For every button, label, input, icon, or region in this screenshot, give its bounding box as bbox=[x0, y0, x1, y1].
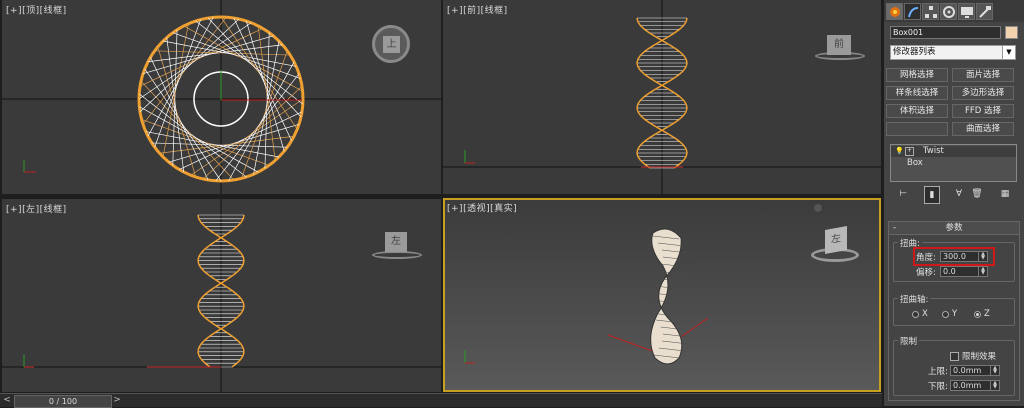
stack-toolbar: ⊢ ▮ ∀ 🗑 ▦ bbox=[890, 186, 1018, 204]
patch-select-button[interactable]: 面片选择 bbox=[952, 68, 1014, 82]
pin-stack-icon[interactable]: ⊢ bbox=[896, 186, 910, 202]
empty-button[interactable] bbox=[886, 122, 948, 136]
axis-x-radio[interactable] bbox=[912, 311, 919, 318]
create-icon bbox=[890, 7, 900, 17]
collapse-icon[interactable]: - bbox=[893, 222, 896, 234]
remove-modifier-icon[interactable]: 🗑 bbox=[970, 186, 984, 202]
mesh-select-button[interactable]: 网格选择 bbox=[886, 68, 948, 82]
lower-limit-value[interactable]: 0.0mm bbox=[953, 381, 981, 390]
spinner-arrows-icon[interactable]: ▲ ▼ bbox=[978, 267, 987, 276]
expand-icon[interactable]: + bbox=[905, 147, 914, 156]
display-icon bbox=[961, 7, 973, 18]
viewcube-face[interactable]: 左 bbox=[385, 232, 407, 252]
spinner-arrows-icon[interactable]: ▲ ▼ bbox=[990, 381, 999, 390]
upper-limit-value[interactable]: 0.0mm bbox=[953, 366, 981, 375]
lower-limit-label: 下限: bbox=[928, 382, 948, 392]
spline-select-button[interactable]: 样条线选择 bbox=[886, 86, 948, 100]
hierarchy-icon bbox=[925, 6, 937, 18]
tab-create[interactable] bbox=[886, 3, 903, 20]
timeline-next-button[interactable]: > bbox=[112, 395, 122, 406]
twist-axis-group-label: 扭曲轴: bbox=[898, 293, 931, 305]
utilities-icon bbox=[979, 6, 991, 18]
modify-icon bbox=[908, 7, 919, 18]
viewport-front[interactable]: [+][前][线框] 前 bbox=[443, 0, 881, 194]
limits-group: 限制 限制效果 上限: 0.0mm ▲ ▼ 下限: 0.0mm ▲ ▼ bbox=[893, 335, 1015, 396]
viewcube-face[interactable]: 左 bbox=[825, 226, 847, 254]
rollout-title: 参数 bbox=[945, 223, 963, 233]
command-panel-tabs bbox=[884, 0, 1024, 22]
viewport-perspective[interactable]: [+][透视][真实] 左 bbox=[443, 198, 881, 392]
upper-limit-spinner[interactable]: 0.0mm ▲ ▼ bbox=[950, 365, 1000, 376]
viewport-top[interactable]: [+][顶][线框] 上 bbox=[2, 0, 441, 194]
limits-group-label: 限制 bbox=[898, 335, 920, 347]
lightbulb-icon[interactable]: 💡 bbox=[895, 146, 904, 157]
axis-z-radio[interactable] bbox=[974, 311, 981, 318]
tab-motion[interactable] bbox=[940, 3, 957, 20]
object-name-field[interactable]: Box001 bbox=[890, 26, 1001, 39]
modifier-list-label: 修改器列表 bbox=[893, 47, 936, 57]
modifier-stack[interactable]: 💡 + Twist Box bbox=[890, 144, 1017, 182]
bias-value[interactable]: 0.0 bbox=[943, 267, 956, 276]
stack-item-twist[interactable]: 💡 + Twist bbox=[891, 146, 1016, 157]
tab-utilities[interactable] bbox=[976, 3, 993, 20]
ffd-select-button[interactable]: FFD 选择 bbox=[952, 104, 1014, 118]
viewcube-face[interactable]: 前 bbox=[827, 35, 851, 55]
axis-y-radio[interactable] bbox=[942, 311, 949, 318]
axis-x-label[interactable]: X bbox=[922, 309, 928, 319]
limit-effect-checkbox[interactable] bbox=[950, 352, 959, 361]
time-slider[interactable]: 0 / 100 bbox=[14, 395, 112, 408]
viewcube-face[interactable]: 上 bbox=[383, 36, 400, 53]
viewport-left[interactable]: [+][左][线框] 左 bbox=[2, 199, 441, 392]
poly-select-button[interactable]: 多边形选择 bbox=[952, 86, 1014, 100]
axis-gizmo bbox=[23, 160, 36, 173]
lower-limit-spinner[interactable]: 0.0mm ▲ ▼ bbox=[950, 380, 1000, 391]
bias-spinner[interactable]: 0.0 ▲ ▼ bbox=[940, 266, 988, 277]
viewcube-top[interactable]: 上 bbox=[372, 25, 410, 63]
surf-select-button[interactable]: 曲面选择 bbox=[952, 122, 1014, 136]
stack-item-label: Box bbox=[907, 158, 923, 168]
command-panel: Box001 修改器列表 ▼ 网格选择 面片选择 样条线选择 多边形选择 体积选… bbox=[884, 0, 1024, 406]
stack-item-label: Twist bbox=[923, 146, 944, 156]
left-wireframe bbox=[2, 199, 441, 392]
limit-effect-label[interactable]: 限制效果 bbox=[962, 350, 996, 362]
axis-z-label[interactable]: Z bbox=[984, 309, 990, 319]
configure-sets-icon[interactable]: ▦ bbox=[998, 186, 1012, 202]
make-unique-icon[interactable]: ∀ bbox=[952, 186, 966, 202]
viewcube-perspective[interactable]: 左 bbox=[811, 226, 859, 266]
parameters-rollout: - 参数 扭曲: 角度: 300.0 ▲ ▼ 偏移: 0.0 ▲ ▼ 扭曲轴: X Y … bbox=[888, 221, 1020, 401]
spinner-arrows-icon[interactable]: ▲ ▼ bbox=[990, 366, 999, 375]
tab-modify[interactable] bbox=[904, 3, 921, 20]
bias-label: 偏移: bbox=[916, 268, 936, 278]
tab-display[interactable] bbox=[958, 3, 975, 20]
motion-icon bbox=[943, 6, 955, 18]
top-wireframe bbox=[2, 0, 441, 194]
stack-item-box[interactable]: Box bbox=[891, 158, 1016, 169]
upper-limit-label: 上限: bbox=[928, 367, 948, 377]
vol-select-button[interactable]: 体积选择 bbox=[886, 104, 948, 118]
axis-y-label[interactable]: Y bbox=[952, 309, 957, 319]
rollout-header[interactable]: - 参数 bbox=[889, 222, 1019, 235]
time-slider-bar: < 0 / 100 > bbox=[0, 393, 882, 408]
twist-axis-group: 扭曲轴: X Y Z bbox=[893, 293, 1015, 326]
highlight-box bbox=[913, 247, 995, 266]
viewcube-left[interactable]: 左 bbox=[372, 229, 422, 261]
timeline-prev-button[interactable]: < bbox=[2, 395, 12, 406]
viewcube-front[interactable]: 前 bbox=[815, 30, 865, 62]
chevron-down-icon[interactable]: ▼ bbox=[1002, 46, 1015, 59]
show-end-result-icon[interactable]: ▮ bbox=[924, 186, 940, 204]
tab-hierarchy[interactable] bbox=[922, 3, 939, 20]
object-color-swatch[interactable] bbox=[1005, 26, 1018, 39]
modifier-list-dropdown[interactable]: 修改器列表 ▼ bbox=[890, 45, 1016, 60]
twist-group: 扭曲: 角度: 300.0 ▲ ▼ 偏移: 0.0 ▲ ▼ bbox=[893, 237, 1015, 282]
